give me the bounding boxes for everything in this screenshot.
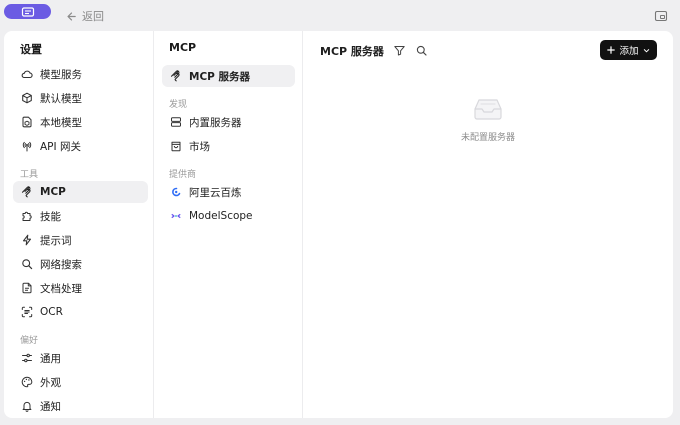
- sidebar-item-api-gateway[interactable]: API 网关: [13, 135, 148, 157]
- scan-text-icon: [21, 306, 33, 318]
- mcp-item-label: MCP 服务器: [189, 70, 251, 83]
- mcp-item-label: 阿里云百炼: [189, 186, 242, 199]
- arrow-left-icon: [67, 11, 76, 21]
- mcp-item-market[interactable]: 市场: [162, 135, 295, 157]
- sidebar-item-default-model[interactable]: 默认模型: [13, 87, 148, 109]
- empty-state: 未配置服务器: [303, 97, 673, 143]
- sidebar-item-label: 默认模型: [40, 92, 82, 105]
- plus-icon: [607, 46, 616, 54]
- antenna-icon: [22, 141, 32, 152]
- title-bar: 返回: [0, 0, 680, 32]
- sidebar-item-skills[interactable]: 技能: [13, 205, 148, 227]
- sidebar-item-label: MCP: [40, 186, 66, 198]
- settings-window: 设置 模型服务 默认模型 本地模型 API 网关 工具 MCP 技能 提示词 网…: [4, 31, 673, 418]
- mcp-icon: [21, 186, 31, 198]
- app-menu-button[interactable]: [4, 4, 51, 19]
- sidebar-section-tools: 工具: [20, 170, 39, 180]
- back-button[interactable]: 返回: [66, 8, 104, 24]
- file-cube-icon: [22, 116, 32, 128]
- sidebar-section-preferences: 偏好: [20, 336, 39, 346]
- sidebar-item-local-model[interactable]: 本地模型: [13, 111, 148, 133]
- sidebar-item-label: 本地模型: [40, 116, 82, 129]
- search-icon[interactable]: [415, 44, 428, 57]
- palette-icon: [21, 376, 33, 388]
- cloud-icon: [21, 70, 33, 79]
- sidebar-item-model-service[interactable]: 模型服务: [13, 63, 148, 85]
- sidebar-item-ocr[interactable]: OCR: [13, 301, 148, 323]
- sidebar-item-label: 模型服务: [40, 68, 82, 81]
- app-window-icon: [21, 6, 34, 17]
- window-layout-icon[interactable]: [654, 9, 668, 23]
- sidebar-item-prompts[interactable]: 提示词: [13, 229, 148, 251]
- bag-icon: [171, 141, 181, 152]
- cube-icon: [22, 92, 32, 104]
- empty-inbox-icon: [474, 99, 502, 120]
- sidebar-item-mcp[interactable]: MCP: [13, 181, 148, 203]
- bell-icon: [22, 401, 32, 412]
- mcp-item-provider-modelscope[interactable]: ModelScope: [162, 205, 295, 227]
- sidebar-item-label: OCR: [40, 306, 63, 318]
- mcp-item-label: ModelScope: [189, 210, 253, 222]
- sidebar-item-label: 网络搜索: [40, 258, 82, 271]
- sidebar-item-label: 技能: [40, 210, 61, 223]
- settings-sidebar: 设置 模型服务 默认模型 本地模型 API 网关 工具 MCP 技能 提示词 网…: [4, 31, 154, 418]
- mcp-item-servers[interactable]: MCP 服务器: [162, 65, 295, 87]
- document-icon: [22, 282, 32, 294]
- page-title: MCP 服务器: [320, 45, 384, 58]
- empty-state-text: 未配置服务器: [460, 133, 515, 143]
- bailian-logo-icon: [172, 187, 181, 197]
- mcp-item-provider-bailian[interactable]: 阿里云百炼: [162, 181, 295, 203]
- sliders-icon: [22, 353, 32, 363]
- sidebar-item-label: API 网关: [40, 140, 81, 153]
- sidebar-item-document-processing[interactable]: 文档处理: [13, 277, 148, 299]
- sidebar-item-label: 通用: [40, 352, 61, 365]
- mcp-item-builtin-servers[interactable]: 内置服务器: [162, 111, 295, 133]
- mcp-item-label: 市场: [189, 140, 210, 153]
- sidebar-item-appearance[interactable]: 外观: [13, 371, 148, 393]
- sidebar-item-label: 提示词: [40, 234, 72, 247]
- sidebar-item-label: 通知: [40, 400, 61, 413]
- search-icon: [22, 259, 33, 270]
- mcp-servers-content: MCP 服务器 添加 未配置服务器: [303, 31, 673, 418]
- puzzle-icon: [22, 211, 32, 221]
- sidebar-item-general[interactable]: 通用: [13, 347, 148, 369]
- back-label: 返回: [82, 10, 104, 23]
- sidebar-item-web-search[interactable]: 网络搜索: [13, 253, 148, 275]
- mcp-icon: [170, 70, 180, 82]
- mcp-section-providers: 提供商: [169, 170, 197, 180]
- sidebar-item-label: 外观: [40, 376, 61, 389]
- add-server-button[interactable]: 添加: [600, 40, 657, 60]
- sidebar-title: 设置: [20, 43, 42, 56]
- filter-icon[interactable]: [393, 44, 406, 57]
- sidebar-item-notifications[interactable]: 通知: [13, 395, 148, 417]
- add-button-label: 添加: [619, 46, 639, 57]
- lightning-icon: [22, 234, 32, 246]
- mcp-panel-title: MCP: [169, 41, 197, 54]
- mcp-item-label: 内置服务器: [189, 116, 242, 129]
- sidebar-item-label: 文档处理: [40, 282, 82, 295]
- mcp-panel: MCP MCP 服务器 发现 内置服务器 市场 提供商 阿里云百炼 ModelS…: [154, 31, 303, 418]
- mcp-section-discover: 发现: [169, 100, 188, 110]
- modelscope-logo-icon: [171, 213, 181, 219]
- chevron-down-icon: [643, 48, 649, 52]
- server-icon: [171, 117, 181, 127]
